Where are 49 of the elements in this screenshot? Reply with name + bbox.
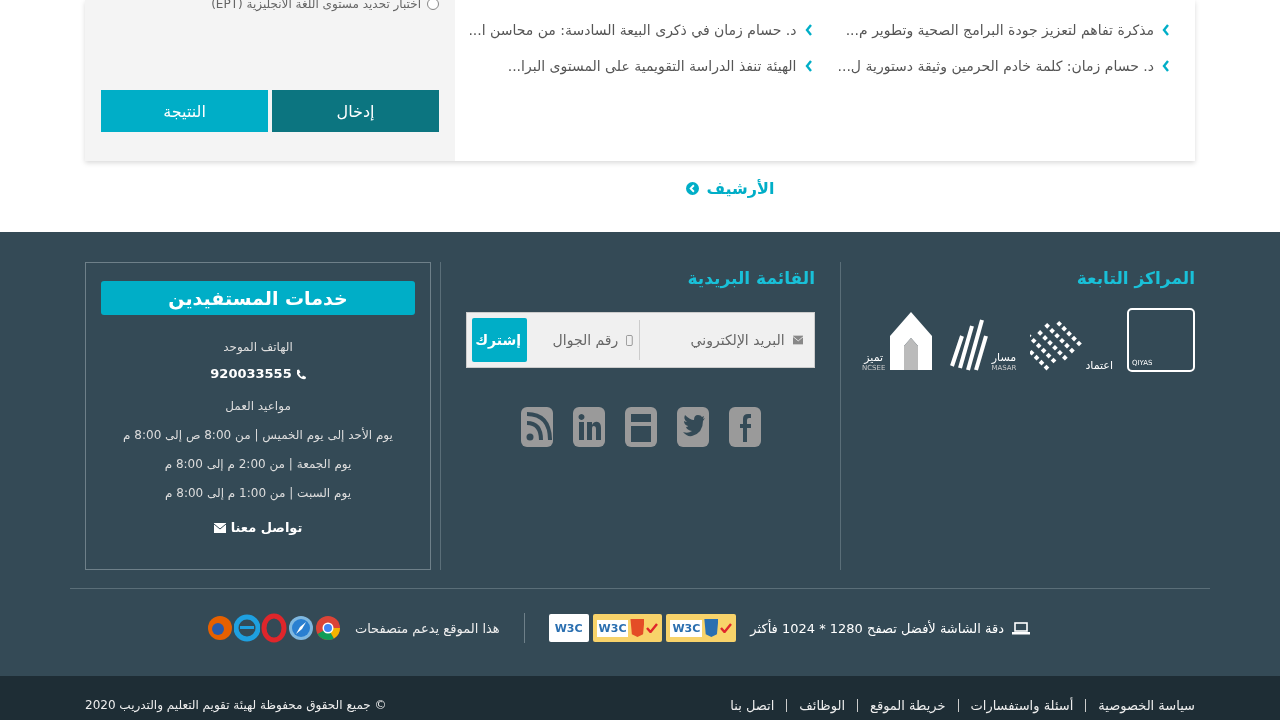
rss-icon[interactable] [519,406,554,448]
browser-icon [206,613,233,643]
center-logo[interactable]: اعتماد [1030,310,1113,372]
chevron-icon [1162,60,1170,72]
news-link[interactable]: مذكرة تفاهم لتعزيز جودة البرامج الصحية وتطوير م... [812,12,1170,48]
hours-text: يوم الجمعة | من 2:00 م إلى 8:00 م [164,456,352,474]
facebook-icon[interactable] [727,406,762,448]
hours-label: مواعيد العمل [225,398,291,415]
arrow-circle-icon [685,182,699,195]
contact-link[interactable]: تواصل معنا [213,520,303,535]
validation-badge[interactable]: W3C [592,614,663,642]
news-link[interactable]: د. حسام زمان في ذكرى البيعة السادسة: من محاسن ا... [455,12,813,48]
browser-icon [287,613,314,643]
phone-icon [295,368,306,380]
laptop-icon [1012,621,1030,635]
chevron-icon [1162,24,1170,36]
mobile-phone-icon [626,333,633,347]
browser-icon [314,613,341,643]
hours-text: يوم السبت | من 1:00 م إلى 8:00 م [165,485,351,503]
twitter-icon[interactable] [675,406,710,448]
action-button[interactable]: إدخال [272,90,439,132]
browsers-note: هذا الموقع يدعم متصفحات [354,620,500,636]
envelope-icon [213,522,226,533]
validation-badge[interactable]: W3C [548,614,589,642]
footer-link[interactable]: سياسة الخصوصية [1098,697,1195,713]
browser-icon [260,613,287,643]
services-heading: خدمات المستفيدين [101,281,415,315]
phone-label: الهاتف الموحد [223,339,293,356]
browser-icon [233,613,260,643]
copyright-text: © جميع الحقوق محفوظة لهيئة تقويم التعليم والتدريب 2020 [85,698,387,712]
footer-link[interactable]: اتصل بنا [730,697,775,713]
hours-text: يوم الأحد إلى يوم الخميس | من 8:00 ص إلى 8:00 م [123,426,393,445]
section-title: القائمة البريدية [686,268,815,288]
section-title: المراكز التابعة [1075,268,1195,288]
envelope-icon [792,335,803,345]
footer-link[interactable]: خريطة الموقع [870,697,946,713]
phone-number: 920033555 [210,365,292,383]
linkedin-icon[interactable] [571,406,606,448]
validation-badge[interactable]: W3C [666,614,737,642]
news-link[interactable]: د. حسام زمان: كلمة خادم الحرمين وثيقة دستورية ل... [812,48,1170,84]
email-field[interactable]: البريد الإلكتروني [646,331,787,349]
resolution-note: دقة الشاشة لأفضل تصفح 1280 * 1024 فأكثر [750,620,1004,636]
news-link[interactable]: الهيئة تنفذ الدراسة التقويمية على المستوى البرا... [455,48,813,84]
footer-link[interactable]: أسئلة واستفسارات [970,697,1074,713]
chevron-icon [804,60,813,72]
chevron-icon [804,24,813,36]
phone-field[interactable]: رقم الجوال [533,331,621,349]
radio-button[interactable] [427,0,439,10]
footer-link[interactable]: الوظائف [799,697,845,713]
